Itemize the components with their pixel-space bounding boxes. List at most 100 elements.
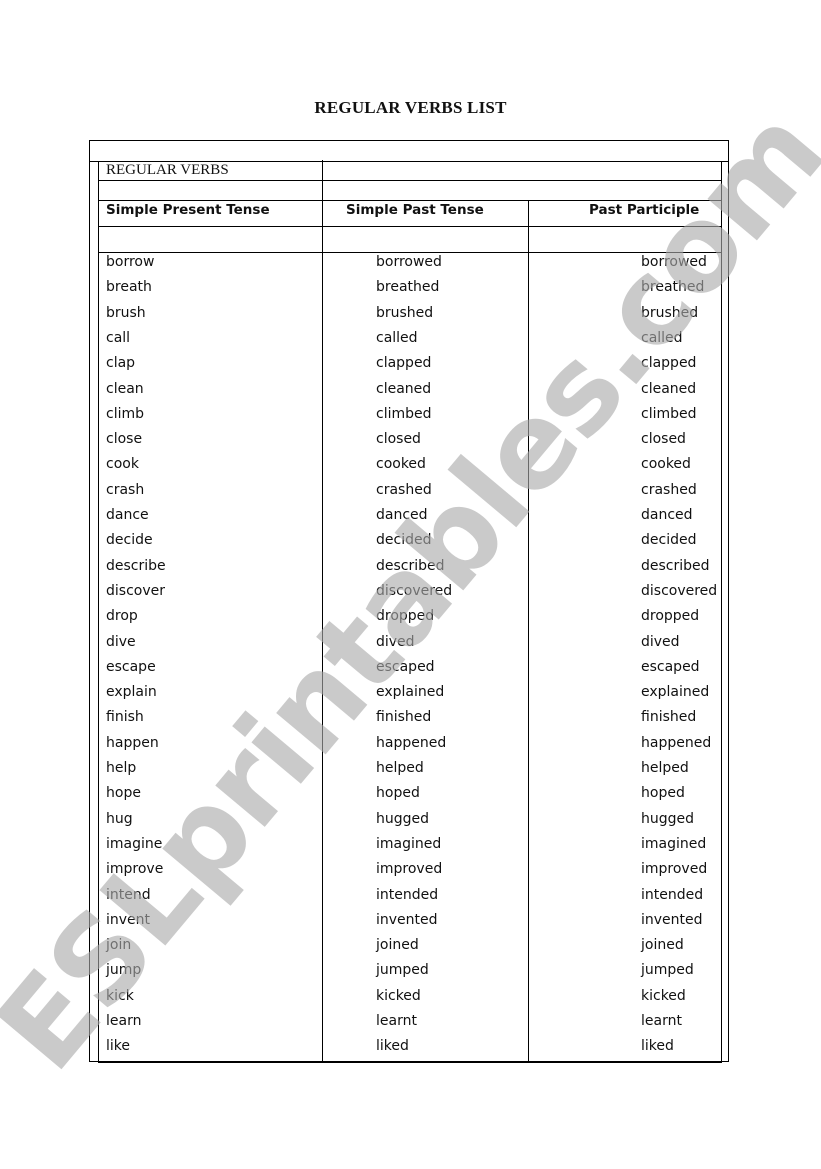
- past-tense-cell: improved: [376, 861, 443, 878]
- past-tense-cell: climbed: [376, 405, 432, 422]
- past-tense-cell: closed: [376, 431, 421, 448]
- past-tense-cell: dropped: [376, 608, 435, 625]
- present-tense-cell: borrow: [106, 254, 155, 270]
- table-row: learn learnt learnt: [0, 1013, 821, 1038]
- past-participle-cell: hugged: [641, 810, 695, 827]
- column-header-past: Simple Past Tense: [346, 202, 484, 218]
- table-row: dive dived dived: [0, 634, 821, 659]
- present-tense-cell: call: [106, 329, 131, 346]
- present-tense-cell: clap: [106, 355, 136, 372]
- table-row: climb climbed climbed: [0, 406, 821, 431]
- present-tense-cell: jump: [106, 962, 142, 979]
- past-tense-cell: hoped: [376, 785, 420, 802]
- past-participle-cell: borrowed: [641, 254, 707, 270]
- past-tense-cell: breathed: [376, 279, 440, 296]
- table-row: clean cleaned cleaned: [0, 381, 821, 406]
- table-row: explain explained explained: [0, 684, 821, 709]
- present-tense-cell: escape: [106, 658, 156, 675]
- past-participle-cell: breathed: [641, 279, 705, 296]
- table-row: call called called: [0, 330, 821, 355]
- present-tense-cell: help: [106, 760, 137, 776]
- present-tense-cell: cook: [106, 456, 139, 473]
- table-row: dance danced danced: [0, 507, 821, 532]
- past-tense-cell: happened: [376, 734, 447, 751]
- table-row: borrow borrowed borrowed: [0, 254, 821, 279]
- present-tense-cell: join: [106, 937, 132, 954]
- table-top-band: [90, 141, 728, 162]
- table-row: jump jumped jumped: [0, 962, 821, 987]
- past-participle-cell: cooked: [641, 456, 691, 473]
- past-participle-cell: escaped: [641, 658, 700, 675]
- table-row: intend intended intended: [0, 887, 821, 912]
- present-tense-cell: crash: [106, 481, 145, 498]
- table-row: escape escaped escaped: [0, 659, 821, 684]
- past-participle-cell: liked: [641, 1038, 674, 1055]
- past-tense-cell: discovered: [376, 582, 453, 599]
- table-row: invent invented invented: [0, 912, 821, 937]
- table-row: cook cooked cooked: [0, 456, 821, 481]
- past-tense-cell: decided: [376, 532, 432, 549]
- table-row: brush brushed brushed: [0, 305, 821, 330]
- past-participle-cell: helped: [641, 760, 689, 776]
- past-participle-cell: brushed: [641, 304, 699, 321]
- past-participle-cell: imagined: [641, 835, 707, 852]
- present-tense-cell: hope: [106, 785, 141, 802]
- section-label: REGULAR VERBS: [106, 162, 229, 178]
- table-row: close closed closed: [0, 431, 821, 456]
- present-tense-cell: dive: [106, 633, 136, 650]
- past-tense-cell: helped: [376, 760, 424, 776]
- past-tense-cell: cooked: [376, 456, 426, 473]
- table-row: drop dropped dropped: [0, 608, 821, 633]
- column-header-participle: Past Participle: [589, 202, 700, 218]
- table-row: kick kicked kicked: [0, 988, 821, 1013]
- past-participle-cell: crashed: [641, 481, 697, 498]
- table-row: improve improved improved: [0, 861, 821, 886]
- table-row: clap clapped clapped: [0, 355, 821, 380]
- past-participle-cell: finished: [641, 709, 697, 726]
- past-tense-cell: dived: [376, 633, 415, 650]
- table-row: finish finished finished: [0, 709, 821, 734]
- past-participle-cell: closed: [641, 431, 686, 448]
- table-row: discover discovered discovered: [0, 583, 821, 608]
- present-tense-cell: discover: [106, 582, 165, 599]
- table-row: breath breathed breathed: [0, 279, 821, 304]
- past-tense-cell: crashed: [376, 481, 432, 498]
- past-tense-cell: jumped: [376, 962, 429, 979]
- past-tense-cell: hugged: [376, 810, 430, 827]
- past-participle-cell: explained: [641, 684, 710, 701]
- table-row: describe described described: [0, 558, 821, 583]
- table-row: hope hoped hoped: [0, 785, 821, 810]
- past-participle-cell: dived: [641, 633, 680, 650]
- present-tense-cell: imagine: [106, 835, 163, 852]
- table-row: help helped helped: [0, 760, 821, 785]
- present-tense-cell: clean: [106, 380, 144, 397]
- past-participle-cell: joined: [641, 937, 684, 954]
- past-tense-cell: escaped: [376, 658, 435, 675]
- past-tense-cell: cleaned: [376, 380, 432, 397]
- past-tense-cell: described: [376, 557, 445, 574]
- past-participle-cell: clapped: [641, 355, 697, 372]
- present-tense-cell: kick: [106, 987, 134, 1004]
- table-row: happen happened happened: [0, 735, 821, 760]
- past-tense-cell: liked: [376, 1038, 409, 1055]
- page-title: REGULAR VERBS LIST: [314, 98, 507, 117]
- grid-line: [98, 226, 722, 227]
- present-tense-cell: happen: [106, 734, 159, 751]
- column-header-present: Simple Present Tense: [106, 202, 270, 218]
- past-participle-cell: jumped: [641, 962, 694, 979]
- past-participle-cell: dropped: [641, 608, 700, 625]
- table-row: join joined joined: [0, 937, 821, 962]
- past-tense-cell: kicked: [376, 987, 421, 1004]
- present-tense-cell: hug: [106, 810, 133, 827]
- past-tense-cell: borrowed: [376, 254, 442, 270]
- past-participle-cell: discovered: [641, 582, 718, 599]
- present-tense-cell: decide: [106, 532, 153, 549]
- present-tense-cell: like: [106, 1038, 131, 1055]
- present-tense-cell: brush: [106, 304, 146, 321]
- past-tense-cell: intended: [376, 886, 439, 903]
- table-row: imagine imagined imagined: [0, 836, 821, 861]
- past-participle-cell: described: [641, 557, 710, 574]
- grid-line: [98, 252, 722, 253]
- past-tense-cell: called: [376, 329, 418, 346]
- past-tense-cell: explained: [376, 684, 445, 701]
